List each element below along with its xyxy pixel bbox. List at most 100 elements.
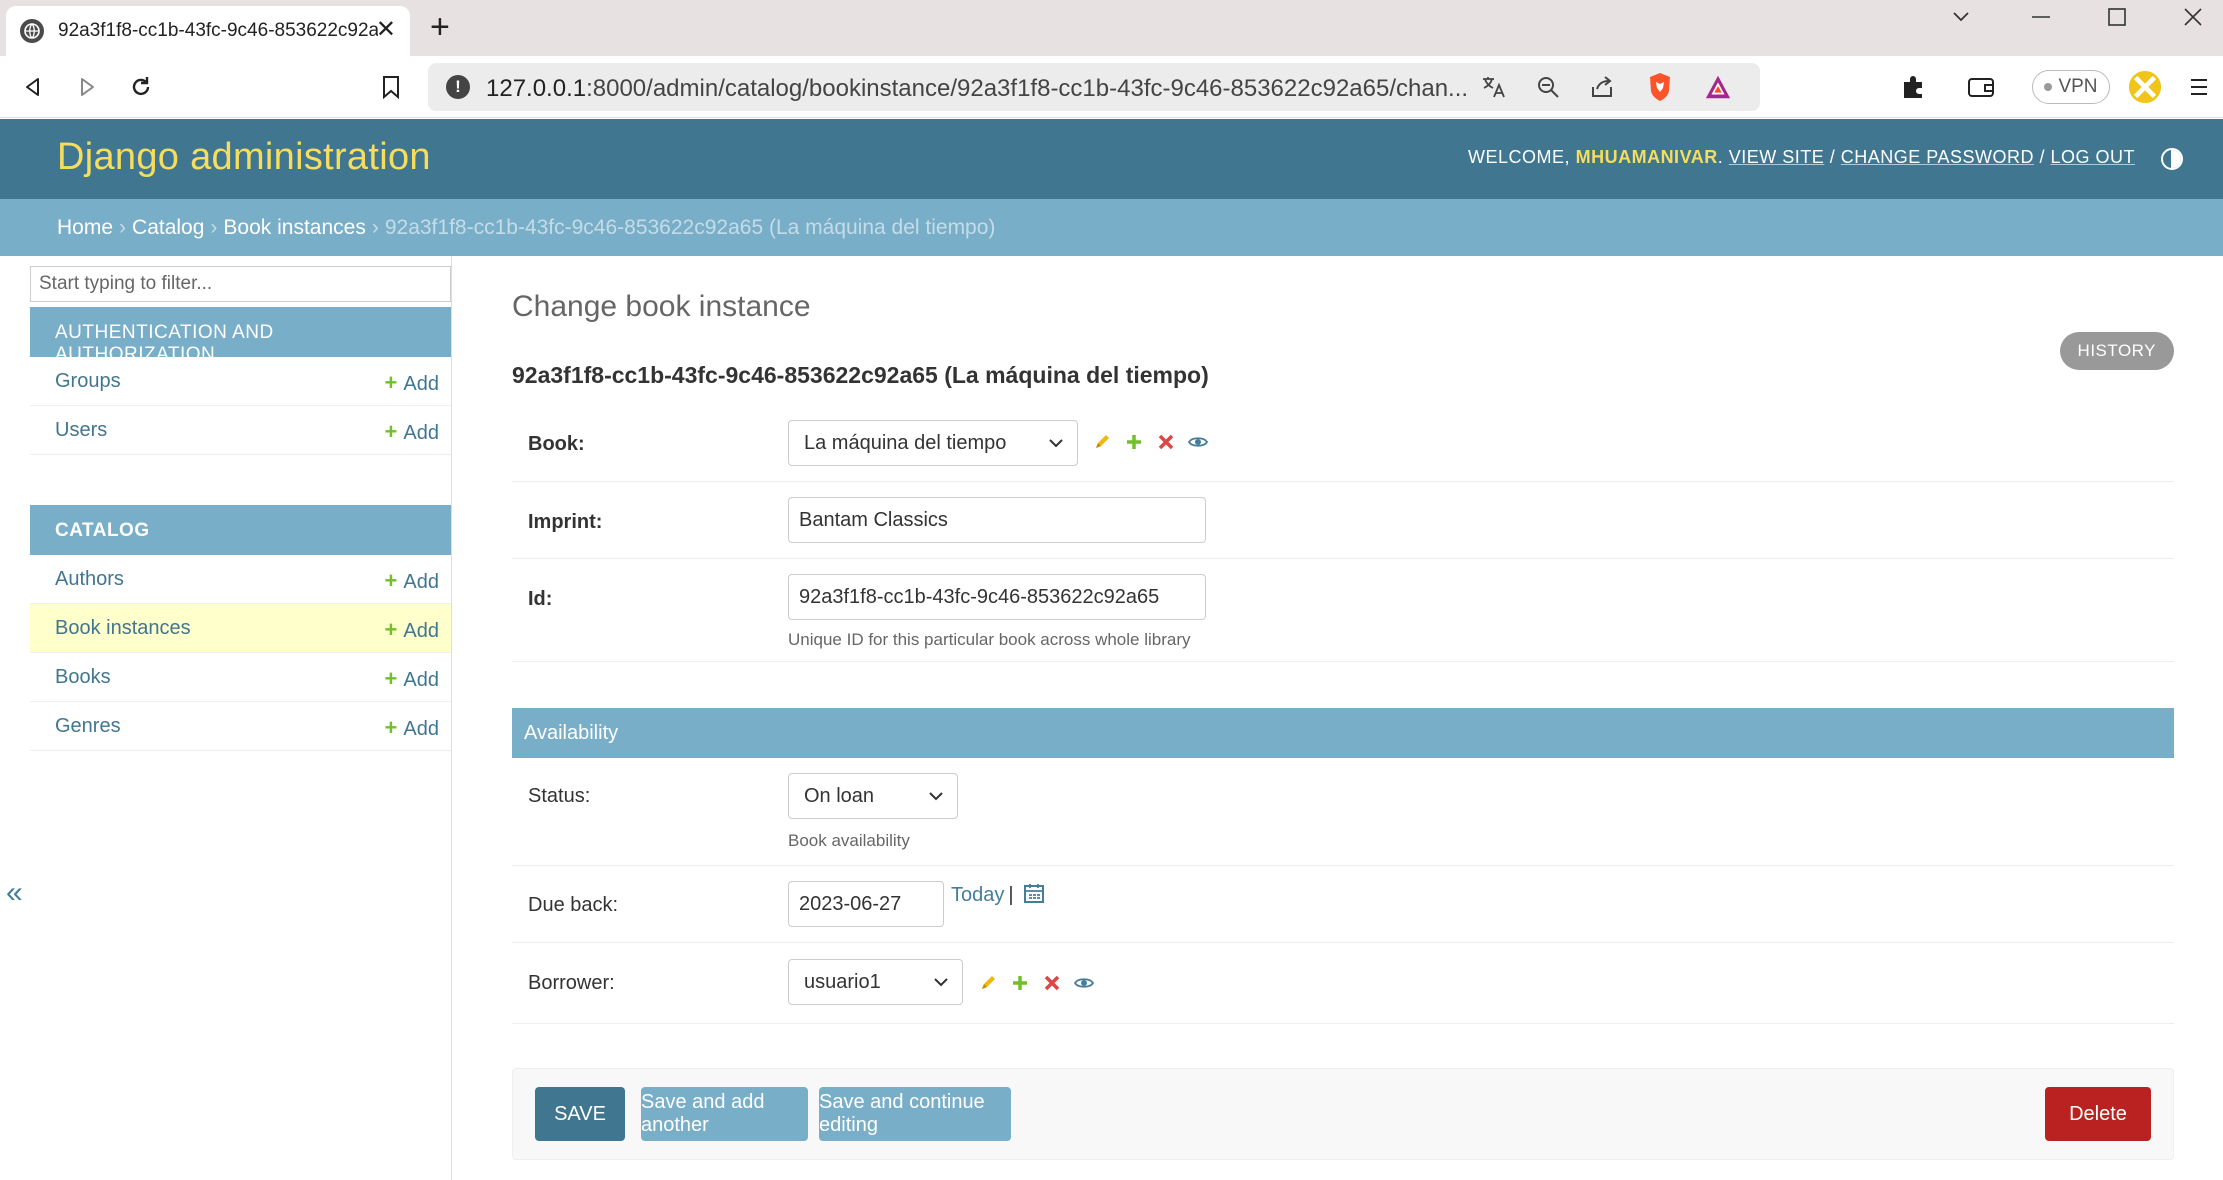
sidebar-item-label[interactable]: Users: [55, 419, 107, 442]
profile-avatar-icon[interactable]: [2128, 70, 2162, 104]
sidebar-item-label[interactable]: Genres: [55, 715, 121, 738]
share-icon[interactable]: [1588, 73, 1616, 101]
reload-icon[interactable]: [124, 70, 158, 104]
new-tab-icon[interactable]: +: [430, 10, 450, 44]
id-input[interactable]: 92a3f1f8-cc1b-43fc-9c46-853622c92a65: [788, 574, 1206, 620]
sidebar-item-groups[interactable]: Groups + Add: [30, 357, 451, 406]
sidebar-item-label[interactable]: Authors: [55, 568, 124, 591]
sidebar-item-authors[interactable]: Authors + Add: [30, 555, 451, 604]
module-auth-header[interactable]: AUTHENTICATION AND AUTHORIZATION: [30, 307, 451, 365]
site-info-icon[interactable]: !: [446, 75, 470, 99]
page-title: Change book instance: [512, 290, 811, 323]
sidebar-item-label[interactable]: Books: [55, 666, 111, 689]
chevron-down-icon[interactable]: [1934, 0, 1988, 34]
add-related-icon[interactable]: [1010, 973, 1030, 993]
wallet-icon[interactable]: [1964, 70, 1998, 104]
view-related-icon[interactable]: [1188, 432, 1208, 452]
sidebar-item-books[interactable]: Books + Add: [30, 653, 451, 702]
tab-title: 92a3f1f8-cc1b-43fc-9c46-853622c92a65: [58, 20, 378, 41]
edit-pencil-icon[interactable]: [1092, 432, 1112, 452]
nav-filter-input[interactable]: [30, 266, 451, 302]
log-out-link[interactable]: LOG OUT: [2050, 147, 2135, 167]
sidebar-item-label[interactable]: Groups: [55, 370, 121, 393]
borrower-select-value: usuario1: [804, 970, 881, 993]
today-link[interactable]: Today: [951, 884, 1004, 906]
browser-tab-active[interactable]: 92a3f1f8-cc1b-43fc-9c46-853622c92a65 ✕: [6, 6, 410, 56]
add-book-link[interactable]: + Add: [385, 666, 439, 692]
minimize-icon[interactable]: [2014, 0, 2068, 34]
save-and-continue-button[interactable]: Save and continue editing: [819, 1087, 1011, 1141]
form-row-borrower: Borrower: usuario1: [512, 943, 2174, 1024]
add-book-instance-link[interactable]: + Add: [385, 617, 439, 643]
save-button[interactable]: SAVE: [535, 1087, 625, 1141]
save-and-add-another-button[interactable]: Save and add another: [641, 1087, 808, 1141]
delete-related-icon[interactable]: [1042, 973, 1062, 993]
plus-icon: +: [384, 666, 398, 691]
sidebar-item-users[interactable]: Users + Add: [30, 406, 451, 455]
brave-shields-icon[interactable]: [1646, 73, 1674, 101]
zoom-out-icon[interactable]: [1534, 73, 1562, 101]
breadcrumb-current: 92a3f1f8-cc1b-43fc-9c46-853622c92a65 (La…: [384, 216, 996, 239]
add-genre-link[interactable]: + Add: [385, 715, 439, 741]
submit-row: SAVE Save and add another Save and conti…: [512, 1068, 2174, 1160]
sidebar-item-label[interactable]: Book instances: [55, 617, 191, 640]
id-label: Id:: [528, 588, 553, 610]
bookmark-icon[interactable]: [374, 70, 408, 104]
form-row-imprint: Imprint: Bantam Classics: [512, 482, 2174, 559]
history-button[interactable]: HISTORY: [2059, 332, 2174, 370]
calendar-icon[interactable]: [1023, 884, 1045, 906]
status-label: Status:: [528, 785, 591, 807]
plus-icon: +: [384, 419, 398, 444]
menu-icon[interactable]: [2182, 70, 2216, 104]
url-text: 127.0.0.1:8000/admin/catalog/bookinstanc…: [486, 75, 1469, 102]
book-select[interactable]: La máquina del tiempo: [788, 420, 1078, 466]
brave-rewards-icon[interactable]: [1704, 73, 1732, 101]
borrower-select[interactable]: usuario1: [788, 959, 963, 1005]
form-row-book: Book: La máquina del tiempo: [512, 404, 2174, 482]
back-icon[interactable]: [16, 70, 50, 104]
view-site-link[interactable]: VIEW SITE: [1729, 147, 1825, 167]
edit-pencil-icon[interactable]: [978, 973, 998, 993]
nav-sidebar: AUTHENTICATION AND AUTHORIZATION Groups …: [30, 256, 452, 1180]
imprint-input[interactable]: Bantam Classics: [788, 497, 1206, 543]
change-password-link[interactable]: CHANGE PASSWORD: [1841, 147, 2034, 167]
breadcrumb-home[interactable]: Home: [57, 216, 113, 239]
vpn-status-dot: [2044, 83, 2053, 91]
welcome-text: WELCOME,: [1468, 147, 1571, 167]
site-branding[interactable]: Django administration: [57, 136, 431, 179]
delete-related-icon[interactable]: [1156, 432, 1176, 452]
sidebar-item-genres[interactable]: Genres + Add: [30, 702, 451, 751]
add-user-link[interactable]: + Add: [385, 419, 439, 445]
borrower-label: Borrower:: [528, 972, 615, 994]
vpn-button[interactable]: VPN: [2032, 70, 2110, 104]
plus-icon: +: [384, 370, 398, 395]
extensions-icon[interactable]: [1896, 70, 1930, 104]
sidebar-item-book-instances[interactable]: Book instances + Add: [30, 604, 451, 653]
date-shortcuts: Today |: [951, 882, 1045, 907]
add-related-icon[interactable]: [1124, 432, 1144, 452]
module-catalog-header[interactable]: CATALOG: [30, 505, 451, 555]
plus-icon: +: [384, 568, 398, 593]
view-related-icon[interactable]: [1074, 973, 1094, 993]
add-group-link[interactable]: + Add: [385, 370, 439, 396]
theme-toggle-icon[interactable]: [2161, 148, 2183, 170]
add-author-link[interactable]: + Add: [385, 568, 439, 594]
delete-button[interactable]: Delete: [2045, 1087, 2151, 1141]
form-row-due-back: Due back: 2023-06-27: [512, 866, 2174, 943]
translate-icon[interactable]: [1480, 73, 1508, 101]
due-back-input[interactable]: 2023-06-27: [788, 881, 944, 927]
maximize-icon[interactable]: [2090, 0, 2144, 34]
breadcrumb-catalog[interactable]: Catalog: [132, 216, 204, 239]
forward-icon[interactable]: [70, 70, 104, 104]
browser-tabbar: 92a3f1f8-cc1b-43fc-9c46-853622c92a65 ✕ +: [0, 0, 2223, 56]
breadcrumb: Home › Catalog › Book instances › 92a3f1f8-cc1…: [0, 199, 2223, 256]
user-tools: WELCOME, MHUAMANIVAR. VIEW SITE / CHANGE…: [1468, 147, 2135, 167]
status-select[interactable]: On loan: [788, 773, 958, 819]
collapse-sidebar-icon[interactable]: «: [6, 876, 23, 910]
address-bar[interactable]: ! 127.0.0.1:8000/admin/catalog/bookinsta…: [428, 63, 1760, 111]
status-help-text: Book availability: [788, 831, 910, 850]
close-tab-icon[interactable]: ✕: [376, 18, 396, 42]
close-window-icon[interactable]: [2166, 0, 2220, 34]
breadcrumb-book-instances[interactable]: Book instances: [223, 216, 365, 239]
status-select-value: On loan: [804, 784, 875, 807]
